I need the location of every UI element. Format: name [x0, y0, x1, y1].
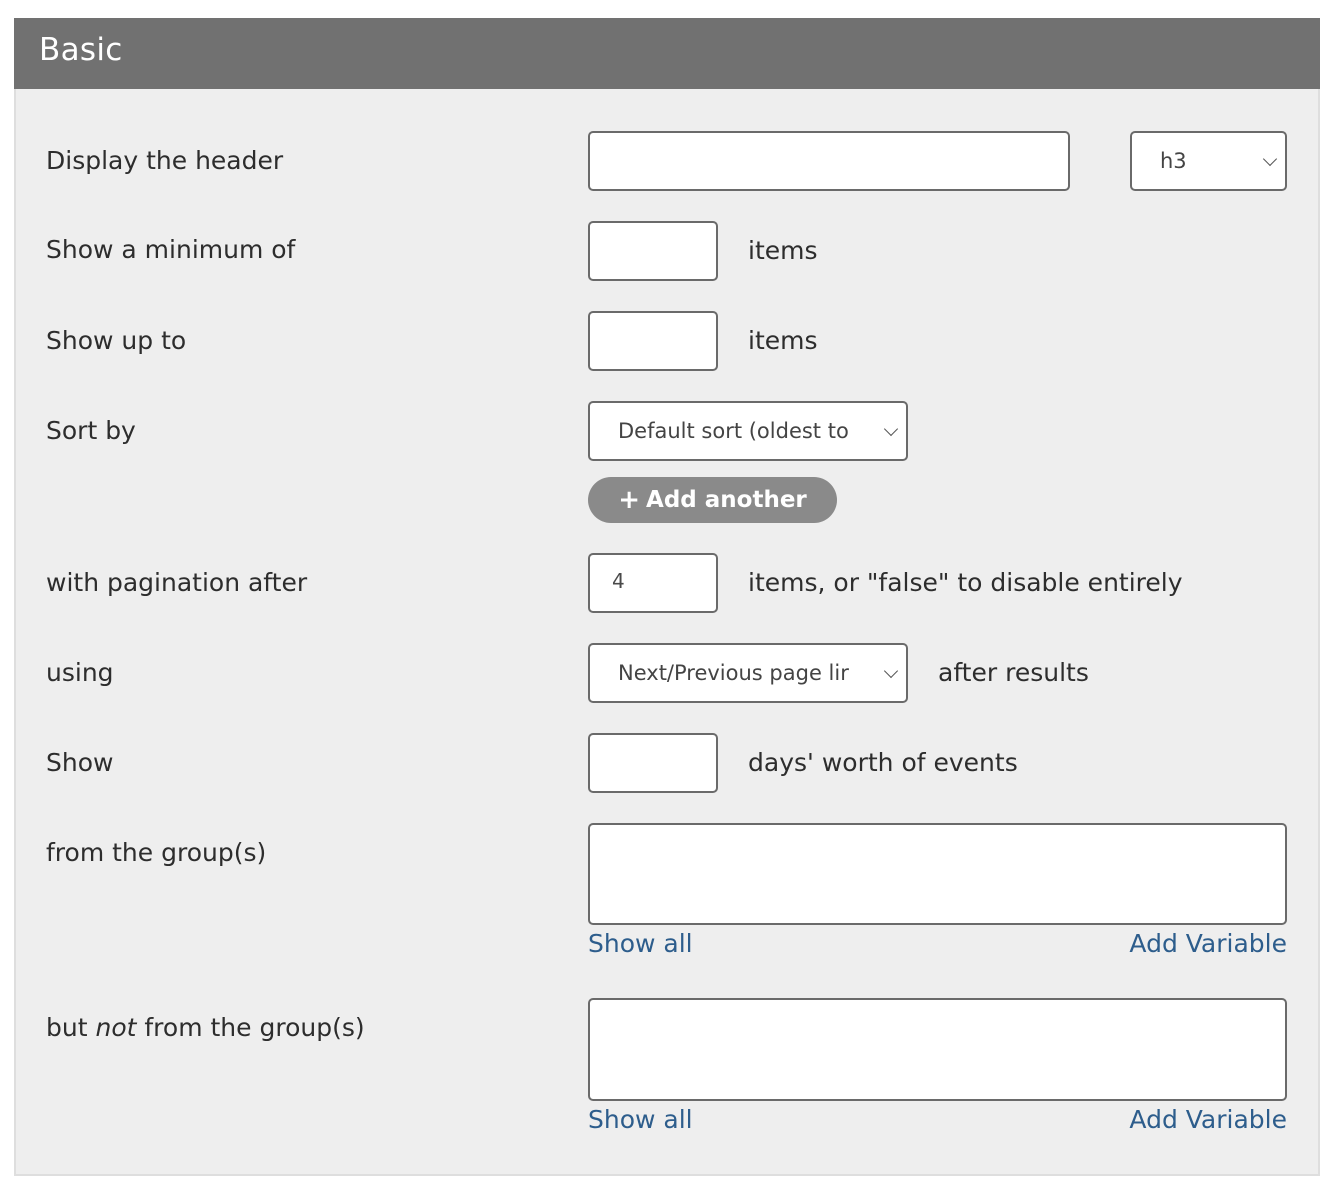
chevron-down-icon	[1262, 151, 1278, 167]
header-level-select[interactable]: h3	[1130, 131, 1287, 191]
groups-show-all-link[interactable]: Show all	[588, 929, 693, 958]
min-items-label: Show a minimum of	[46, 235, 296, 264]
plus-icon: +	[618, 485, 641, 515]
using-suffix: after results	[938, 658, 1089, 687]
not-groups-label-pre: but	[46, 1013, 96, 1042]
pagination-type-select[interactable]: Next/Previous page lir	[588, 643, 908, 703]
not-groups-label-em: not	[95, 1013, 137, 1042]
pagination-label: with pagination after	[46, 568, 308, 597]
add-another-button[interactable]: + Add another	[588, 477, 837, 523]
pagination-suffix: items, or "false" to disable entirely	[748, 568, 1183, 597]
not-groups-label: but not from the group(s)	[46, 1013, 365, 1042]
header-level-value: h3	[1160, 149, 1187, 173]
days-suffix: days' worth of events	[748, 748, 1018, 777]
not-groups-add-variable-link[interactable]: Add Variable	[1129, 1105, 1287, 1134]
max-items-label: Show up to	[46, 326, 187, 355]
groups-input[interactable]	[588, 823, 1287, 925]
max-items-input[interactable]	[588, 311, 718, 371]
not-groups-label-post: from the group(s)	[136, 1013, 365, 1042]
not-groups-show-all-link[interactable]: Show all	[588, 1105, 693, 1134]
sort-select[interactable]: Default sort (oldest to	[588, 401, 908, 461]
chevron-down-icon	[883, 663, 899, 679]
days-input[interactable]	[588, 733, 718, 793]
min-items-input[interactable]	[588, 221, 718, 281]
max-items-suffix: items	[748, 326, 818, 355]
sort-label: Sort by	[46, 416, 136, 445]
pagination-input[interactable]: 4	[588, 553, 718, 613]
using-label: using	[46, 658, 114, 687]
groups-label: from the group(s)	[46, 838, 267, 867]
groups-add-variable-link[interactable]: Add Variable	[1129, 929, 1287, 958]
add-another-label: Add another	[646, 487, 807, 513]
panel-header: Basic	[14, 18, 1320, 89]
panel-title: Basic	[39, 32, 123, 68]
pagination-type-value: Next/Previous page lir	[618, 661, 849, 685]
header-text-input[interactable]	[588, 131, 1070, 191]
header-label: Display the header	[46, 146, 284, 175]
not-groups-input[interactable]	[588, 998, 1287, 1101]
min-items-suffix: items	[748, 236, 818, 265]
sort-value: Default sort (oldest to	[618, 419, 849, 443]
days-label: Show	[46, 748, 114, 777]
chevron-down-icon	[883, 421, 899, 437]
